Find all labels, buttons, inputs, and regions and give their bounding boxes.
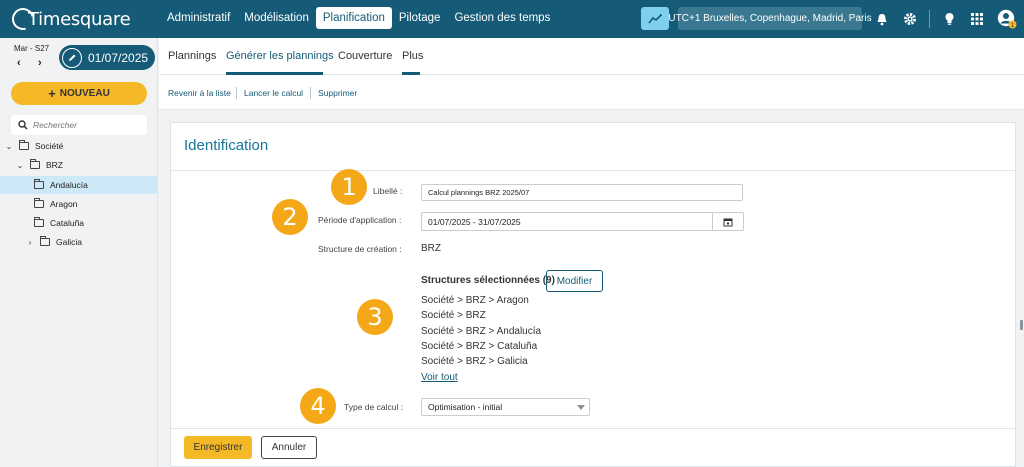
- cancel-button[interactable]: Annuler: [261, 436, 317, 459]
- search-box[interactable]: [11, 115, 147, 135]
- week-label: Mar - S27: [14, 44, 50, 53]
- apps-grid-icon: [971, 13, 983, 25]
- nav-gestion-des-temps[interactable]: Gestion des temps: [447, 7, 557, 29]
- apps-button[interactable]: [968, 10, 986, 28]
- new-button[interactable]: + NOUVEAU: [11, 82, 147, 105]
- calc-type-label: Type de calcul :: [344, 402, 404, 412]
- nav-administratif[interactable]: Administratif: [160, 7, 237, 29]
- chevron-down-icon[interactable]: ⌄: [16, 161, 24, 170]
- tree-item-cataluna[interactable]: Cataluña: [0, 214, 157, 232]
- user-account-button[interactable]: 1: [996, 8, 1018, 30]
- structure-item: Société > BRZ: [421, 310, 486, 321]
- ideas-button[interactable]: [940, 10, 958, 28]
- tree-item-label: Cataluña: [50, 218, 85, 228]
- card-title: Identification: [184, 137, 269, 154]
- folder-icon: [34, 217, 44, 227]
- timezone-selector[interactable]: UTC+1 Bruxelles, Copenhague, Madrid, Par…: [668, 7, 872, 30]
- toolbar-divider: [929, 10, 930, 28]
- tab-couverture[interactable]: Couverture: [338, 50, 392, 62]
- delete-link[interactable]: Supprimer: [318, 88, 357, 98]
- top-bar: Timesquare Administratif Modélisation Pl…: [0, 0, 1024, 38]
- settings-button[interactable]: [901, 10, 919, 28]
- lightbulb-icon: [945, 13, 953, 25]
- gear-icon: [904, 13, 916, 25]
- periode-input[interactable]: [421, 212, 713, 231]
- previous-day-button[interactable]: ‹: [17, 57, 21, 69]
- tab-plus[interactable]: Plus: [402, 50, 423, 62]
- libelle-label: Libellé :: [373, 186, 403, 196]
- action-divider: [236, 87, 237, 99]
- calendar-icon: [723, 218, 732, 226]
- notifications-button[interactable]: [873, 10, 891, 28]
- new-button-label: NOUVEAU: [59, 88, 110, 99]
- folder-icon: [19, 140, 29, 150]
- structure-value: BRZ: [421, 243, 441, 254]
- tree-item-societe[interactable]: ⌄ Société: [0, 137, 157, 155]
- tree-item-aragon[interactable]: Aragon: [0, 195, 157, 213]
- date-picker[interactable]: 01/07/2025: [59, 45, 155, 70]
- periode-label: Période d'application :: [318, 215, 402, 225]
- dropdown-caret-icon: [577, 405, 585, 410]
- tree-item-label: Aragon: [50, 199, 78, 209]
- step-badge-4: 4: [300, 388, 336, 424]
- chart-button[interactable]: [641, 7, 669, 30]
- save-button[interactable]: Enregistrer: [184, 436, 252, 459]
- calendar-button[interactable]: [712, 212, 744, 231]
- logo-text: Timesquare: [28, 8, 131, 30]
- tree-item-label: BRZ: [46, 160, 63, 170]
- folder-icon: [40, 236, 50, 246]
- step-badge-2: 2: [272, 199, 308, 235]
- libelle-input[interactable]: [421, 184, 743, 201]
- modify-button[interactable]: Modifier: [546, 270, 603, 292]
- tree-item-label: Andalucía: [50, 180, 88, 190]
- search-input[interactable]: [33, 120, 133, 130]
- footer-divider: [171, 428, 1015, 429]
- tab-generer-les-plannings[interactable]: Générer les plannings: [226, 50, 334, 62]
- tab-plannings[interactable]: Plannings: [168, 50, 216, 62]
- nav-planification[interactable]: Planification: [315, 7, 392, 29]
- nav-modelisation[interactable]: Modélisation: [237, 7, 316, 29]
- tree-item-label: Galicia: [56, 237, 82, 247]
- run-calculation-link[interactable]: Lancer le calcul: [244, 88, 303, 98]
- tree-item-brz[interactable]: ⌄ BRZ: [0, 156, 157, 174]
- title-divider: [171, 170, 1015, 171]
- logo[interactable]: Timesquare: [7, 3, 131, 35]
- pencil-icon: [62, 47, 82, 68]
- structure-item: Société > BRZ > Cataluña: [421, 341, 538, 352]
- back-to-list-link[interactable]: Revenir à la liste: [168, 88, 231, 98]
- bell-icon: [877, 13, 887, 25]
- structure-item: Société > BRZ > Aragon: [421, 295, 529, 306]
- structure-item: Société > BRZ > Andalucía: [421, 326, 542, 337]
- calc-type-select[interactable]: Optimisation - initial: [421, 398, 590, 416]
- folder-icon: [34, 198, 44, 208]
- step-badge-3: 3: [357, 299, 393, 335]
- nav-pilotage[interactable]: Pilotage: [392, 7, 448, 29]
- user-account-icon: 1: [997, 9, 1017, 29]
- chevron-right-icon[interactable]: ›: [26, 238, 34, 247]
- main-nav: Administratif Modélisation Planification…: [160, 7, 557, 29]
- folder-icon: [30, 159, 40, 169]
- selected-structures-title: Structures sélectionnées (9): [421, 275, 555, 286]
- scrollbar-handle[interactable]: [1020, 320, 1023, 330]
- next-day-button[interactable]: ›: [38, 57, 42, 69]
- tree-item-andalucia[interactable]: Andalucía: [0, 176, 157, 194]
- chevron-down-icon[interactable]: ⌄: [5, 142, 13, 151]
- action-bar: Revenir à la liste Lancer le calcul Supp…: [159, 75, 1024, 110]
- search-icon: [18, 120, 28, 130]
- left-sidebar: Mar - S27 ‹ › 01/07/2025 + NOUVEAU ⌄ Soc…: [0, 38, 158, 467]
- current-date: 01/07/2025: [88, 50, 149, 65]
- tree-item-label: Société: [35, 141, 64, 151]
- calc-type-value: Optimisation - initial: [428, 402, 503, 412]
- action-divider: [310, 87, 311, 99]
- tree-item-galicia[interactable]: › Galicia: [0, 233, 157, 251]
- see-all-link[interactable]: Voir tout: [421, 372, 458, 383]
- step-badge-1: 1: [331, 169, 367, 205]
- chart-icon: [648, 13, 662, 23]
- plus-icon: +: [48, 86, 56, 101]
- identification-card: Identification 1 2 3 4 Libellé : Période…: [170, 122, 1016, 467]
- structure-item: Société > BRZ > Galicia: [421, 356, 528, 367]
- folder-icon: [34, 179, 44, 189]
- tab-bar: Plannings Générer les plannings Couvertu…: [159, 38, 1024, 75]
- structure-label: Structure de création :: [318, 244, 402, 254]
